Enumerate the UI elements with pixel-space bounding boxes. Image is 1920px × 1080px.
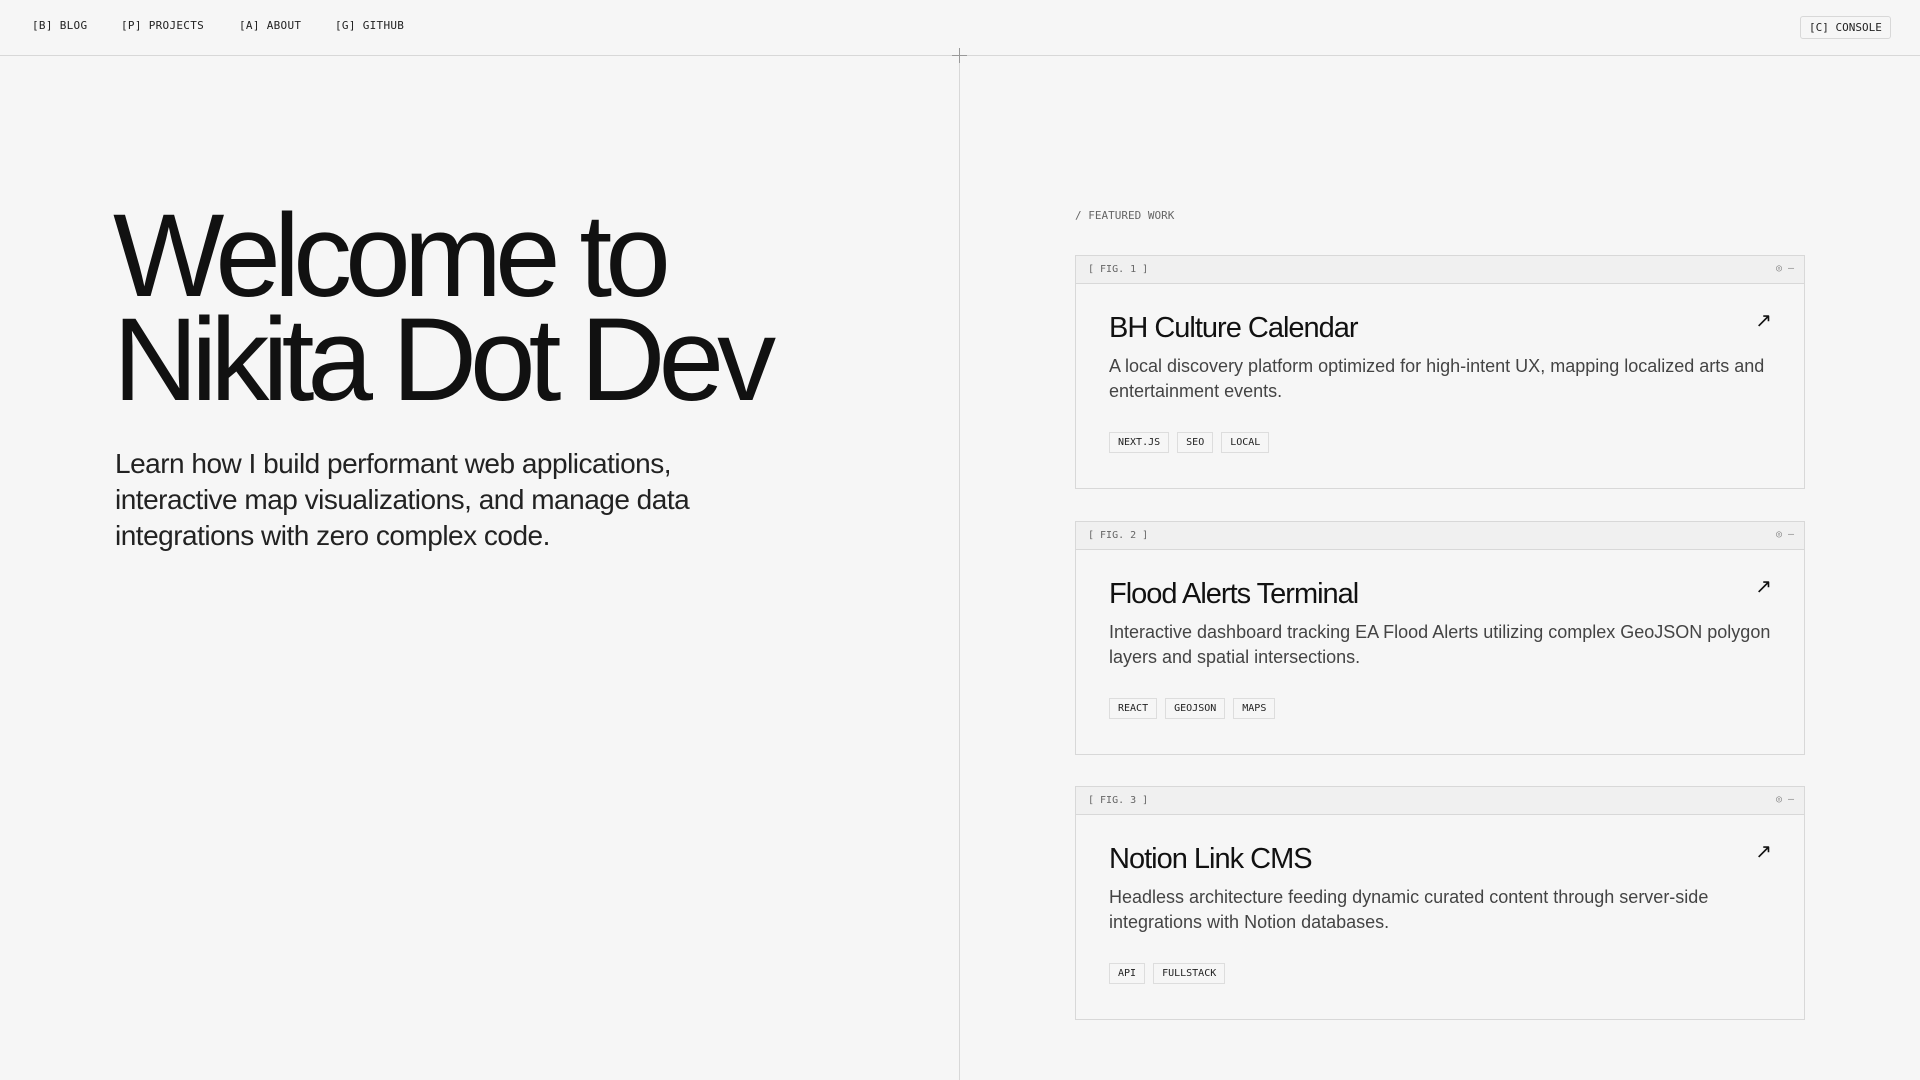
featured-work-label: / FEATURED WORK [1075,209,1175,222]
external-link-arrow-icon[interactable]: ↗ [1755,308,1772,333]
hero-subtitle: Learn how I build performant web applica… [115,448,690,551]
console-button[interactable]: [C] CONSOLE [1800,16,1891,39]
fig-label: [ FIG. 1 ] [1088,264,1149,275]
card-header: [ FIG. 3 ] ◎ — [1076,787,1804,815]
external-link-arrow-icon[interactable]: ↗ [1755,839,1772,864]
nav-github[interactable]: [G] GITHUB [335,19,404,32]
card-header: [ FIG. 2 ] ◎ — [1076,522,1804,550]
nav-projects[interactable]: [P] PROJECTS [121,19,204,32]
tech-tag: MAPS [1233,698,1276,719]
project-title[interactable]: Notion Link CMS [1109,843,1313,876]
project-title[interactable]: Flood Alerts Terminal [1109,578,1359,611]
tag-list: NEXT.JS SEO LOCAL [1109,432,1270,453]
nav-about[interactable]: [A] ABOUT [239,19,301,32]
vertical-divider [959,56,960,1080]
fig-label: [ FIG. 2 ] [1088,530,1149,541]
tech-tag: GEOJSON [1165,698,1226,719]
tech-tag: NEXT.JS [1109,432,1170,453]
card-controls-icon[interactable]: ◎ — [1776,529,1794,540]
card-header: [ FIG. 1 ] ◎ — [1076,256,1804,284]
card-controls-icon[interactable]: ◎ — [1776,263,1794,274]
tech-tag: FULLSTACK [1153,963,1226,984]
title-line-2: Nikita Dot Dev [113,294,776,426]
tag-list: API FULLSTACK [1109,963,1226,984]
project-card[interactable]: [ FIG. 2 ] ◎ — Flood Alerts Terminal ↗ I… [1075,521,1805,755]
project-description: Headless architecture feeding dynamic cu… [1109,887,1709,932]
tag-list: REACT GEOJSON MAPS [1109,698,1276,719]
nav-blog[interactable]: [B] BLOG [32,19,87,32]
fig-label: [ FIG. 3 ] [1088,795,1149,806]
external-link-arrow-icon[interactable]: ↗ [1755,574,1772,599]
project-description: A local discovery platform optimized for… [1109,356,1765,401]
crosshair-icon [952,48,967,63]
tech-tag: API [1109,963,1146,984]
tech-tag: REACT [1109,698,1158,719]
card-controls-icon[interactable]: ◎ — [1776,794,1794,805]
project-title[interactable]: BH Culture Calendar [1109,312,1359,345]
tech-tag: LOCAL [1221,432,1270,453]
tech-tag: SEO [1177,432,1214,453]
project-description: Interactive dashboard tracking EA Flood … [1109,622,1771,667]
project-card[interactable]: [ FIG. 1 ] ◎ — BH Culture Calendar ↗ A l… [1075,255,1805,489]
project-card[interactable]: [ FIG. 3 ] ◎ — Notion Link CMS ↗ Headles… [1075,786,1805,1020]
page-title: Welcome to Nikita Dot Dev [113,197,776,419]
